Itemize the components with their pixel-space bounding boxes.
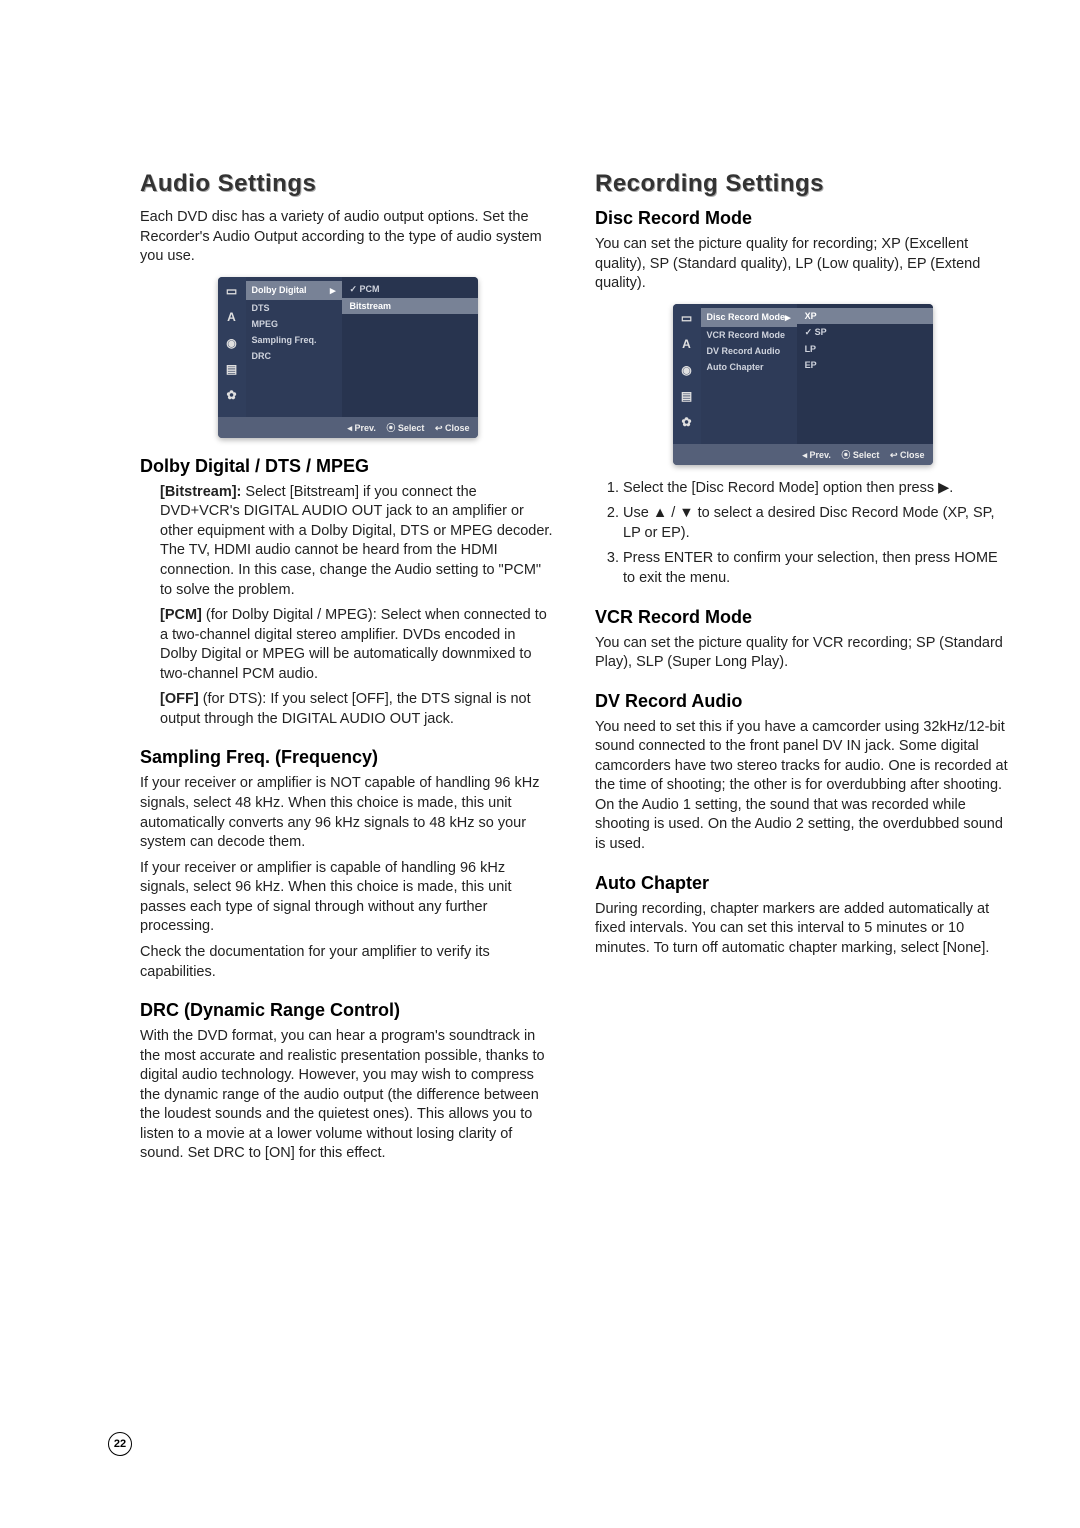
osd-footer: ◂ Prev. ⦿ Select ↩ Close — [218, 417, 478, 438]
vcr-record-heading: VCR Record Mode — [595, 607, 1010, 628]
osd-body: ▭ A ◉ ▤ ✿ Disc Record Mode▸ VCR Record M… — [673, 304, 933, 444]
disc-record-p1: You can set the picture quality for reco… — [595, 235, 1010, 294]
osd-icon-col: ▭ A ◉ ▤ ✿ — [218, 277, 246, 417]
letter-a-icon: A — [679, 336, 695, 352]
osd-footer: ◂ Prev. ⦿ Select ↩ Close — [673, 444, 933, 465]
osd-opt-item: EP — [797, 357, 933, 373]
dvaudio-p1: You need to set this if you have a camco… — [595, 718, 1010, 855]
page-number: 22 — [108, 1432, 132, 1456]
osd-menu-list: Dolby Digital ▸ DTS MPEG Sampling Freq. D… — [246, 277, 342, 417]
osd-opts-list: XP SP LP EP — [797, 304, 933, 444]
auto-p1: During recording, chapter markers are ad… — [595, 900, 1010, 959]
chevron-right-icon: ▸ — [330, 284, 336, 297]
bitstream-body: Select [Bitstream] if you connect the DV… — [160, 484, 552, 598]
osd-opts-list: PCM Bitstream — [342, 277, 478, 417]
two-column-layout: Audio Settings Each DVD disc has a varie… — [140, 170, 1010, 1170]
bitstream-para: [Bitstream]: Select [Bitstream] if you c… — [160, 483, 555, 600]
osd-foot-close: ↩ Close — [435, 423, 470, 433]
osd-menu-label: Disc Record Mode — [707, 312, 786, 322]
osd-icon-col: ▭ A ◉ ▤ ✿ — [673, 304, 701, 444]
off-para: [OFF] (for DTS): If you select [OFF], th… — [160, 690, 555, 729]
osd-body: ▭ A ◉ ▤ ✿ Dolby Digital ▸ DTS MPEG Sampli… — [218, 277, 478, 417]
osd-menu-label: Dolby Digital — [252, 285, 307, 295]
pcm-body: (for Dolby Digital / MPEG): Select when … — [160, 607, 547, 682]
osd-menu-item: DTS — [246, 300, 342, 316]
osd-opt-item: LP — [797, 341, 933, 357]
disc-icon: ◉ — [679, 362, 695, 378]
osd-menu-list: Disc Record Mode▸ VCR Record Mode DV Rec… — [701, 304, 797, 444]
off-label: [OFF] — [160, 691, 203, 707]
drc-heading: DRC (Dynamic Range Control) — [140, 1000, 555, 1021]
dolby-block: [Bitstream]: Select [Bitstream] if you c… — [140, 483, 555, 730]
audio-intro: Each DVD disc has a variety of audio out… — [140, 208, 555, 267]
recording-osd-screenshot: ▭ A ◉ ▤ ✿ Disc Record Mode▸ VCR Record M… — [673, 304, 933, 465]
bitstream-label: [Bitstream]: — [160, 484, 245, 500]
osd-menu-item: MPEG — [246, 316, 342, 332]
right-column: Recording Settings Disc Record Mode You … — [595, 170, 1010, 1170]
osd-foot-prev: ◂ Prev. — [348, 423, 376, 433]
tv-icon: ▭ — [224, 283, 240, 299]
dolby-heading: Dolby Digital / DTS / MPEG — [140, 456, 555, 477]
disc-record-steps: Select the [Disc Record Mode] option the… — [595, 479, 1010, 589]
tv-icon: ▭ — [679, 310, 695, 326]
osd-foot-select: ⦿ Select — [841, 450, 879, 460]
sampling-p1: If your receiver or amplifier is NOT cap… — [140, 774, 555, 852]
osd-opt-item: XP — [797, 308, 933, 324]
list-icon: ▤ — [679, 388, 695, 404]
auto-chapter-heading: Auto Chapter — [595, 873, 1010, 894]
manual-page: Audio Settings Each DVD disc has a varie… — [0, 0, 1080, 1528]
sampling-p2: If your receiver or amplifier is capable… — [140, 859, 555, 937]
drc-p1: With the DVD format, you can hear a prog… — [140, 1027, 555, 1164]
osd-menu-item: DV Record Audio — [701, 343, 797, 359]
step-2: Use ▲ / ▼ to select a desired Disc Recor… — [623, 504, 1010, 543]
vcr-p1: You can set the picture quality for VCR … — [595, 634, 1010, 673]
sampling-p3: Check the documentation for your amplifi… — [140, 943, 555, 982]
osd-foot-select: ⦿ Select — [386, 423, 424, 433]
gear-icon: ✿ — [679, 414, 695, 430]
letter-a-icon: A — [224, 309, 240, 325]
step-3: Press ENTER to confirm your selection, t… — [623, 549, 1010, 588]
osd-opt-item: PCM — [342, 281, 478, 298]
osd-menu-item: Disc Record Mode▸ — [701, 308, 797, 327]
dv-record-audio-heading: DV Record Audio — [595, 691, 1010, 712]
recording-settings-heading: Recording Settings — [595, 170, 1010, 198]
osd-foot-close: ↩ Close — [890, 450, 925, 460]
osd-opt-item: SP — [797, 324, 933, 341]
audio-osd-screenshot: ▭ A ◉ ▤ ✿ Dolby Digital ▸ DTS MPEG Sampli… — [218, 277, 478, 438]
gear-icon: ✿ — [224, 387, 240, 403]
disc-icon: ◉ — [224, 335, 240, 351]
osd-opt-item: Bitstream — [342, 298, 478, 314]
audio-settings-heading: Audio Settings — [140, 170, 555, 198]
osd-menu-item: VCR Record Mode — [701, 327, 797, 343]
osd-foot-prev: ◂ Prev. — [803, 450, 831, 460]
list-icon: ▤ — [224, 361, 240, 377]
pcm-para: [PCM] (for Dolby Digital / MPEG): Select… — [160, 606, 555, 684]
pcm-label: [PCM] — [160, 607, 206, 623]
left-column: Audio Settings Each DVD disc has a varie… — [140, 170, 555, 1170]
osd-menu-item: Auto Chapter — [701, 359, 797, 375]
disc-record-heading: Disc Record Mode — [595, 208, 1010, 229]
step-1: Select the [Disc Record Mode] option the… — [623, 479, 1010, 499]
sampling-heading: Sampling Freq. (Frequency) — [140, 747, 555, 768]
osd-menu-item: DRC — [246, 348, 342, 364]
chevron-right-icon: ▸ — [785, 311, 791, 324]
osd-menu-item: Dolby Digital ▸ — [246, 281, 342, 300]
osd-menu-item: Sampling Freq. — [246, 332, 342, 348]
off-body: (for DTS): If you select [OFF], the DTS … — [160, 691, 531, 727]
